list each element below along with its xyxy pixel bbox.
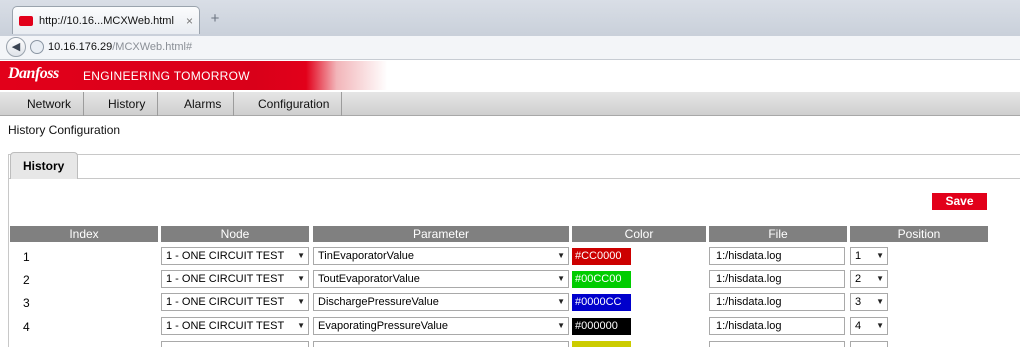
position-select-value: 2	[855, 273, 862, 285]
position-select[interactable]: 1 ▼	[850, 247, 888, 265]
color-swatch[interactable]	[572, 341, 631, 347]
chevron-down-icon: ▼	[557, 251, 565, 260]
chevron-down-icon: ▼	[297, 297, 305, 306]
chevron-down-icon: ▼	[297, 274, 305, 283]
file-input[interactable]: 1:/hisdata.log	[709, 270, 845, 288]
save-button[interactable]: Save	[932, 193, 987, 210]
parameter-select[interactable]	[313, 341, 569, 347]
chevron-down-icon: ▼	[557, 297, 565, 306]
node-select-value: 1 - ONE CIRCUIT TEST	[166, 296, 285, 308]
chevron-down-icon: ▼	[876, 251, 884, 260]
file-input[interactable]	[709, 341, 845, 347]
column-header-parameter: Parameter	[313, 226, 569, 242]
chevron-down-icon: ▼	[297, 251, 305, 260]
color-swatch[interactable]: #0000CC	[572, 294, 631, 311]
parameter-select-value: DischargePressureValue	[318, 296, 439, 308]
browser-tab-title: http://10.16...MCXWeb.html	[39, 14, 174, 27]
node-select[interactable]: 1 - ONE CIRCUIT TEST ▼	[161, 270, 309, 288]
browser-tabstrip: http://10.16...MCXWeb.html × +	[0, 0, 1020, 36]
column-header-node: Node	[161, 226, 309, 242]
tab-divider	[8, 178, 1020, 179]
column-header-file: File	[709, 226, 847, 242]
position-select[interactable]: 2 ▼	[850, 270, 888, 288]
brand-tagline: ENGINEERING TOMORROW	[83, 69, 250, 83]
globe-icon	[30, 40, 44, 54]
chevron-down-icon: ▼	[557, 321, 565, 330]
parameter-select-value: EvaporatingPressureValue	[318, 320, 449, 332]
node-select[interactable]	[161, 341, 309, 347]
main-menu: Network History Alarms Configuration	[0, 92, 1020, 116]
node-select[interactable]: 1 - ONE CIRCUIT TEST ▼	[161, 317, 309, 335]
node-select-value: 1 - ONE CIRCUIT TEST	[166, 250, 285, 262]
back-arrow-icon[interactable]: ◀	[6, 37, 26, 57]
node-select[interactable]: 1 - ONE CIRCUIT TEST ▼	[161, 293, 309, 311]
address-bar[interactable]: 10.16.176.29/MCXWeb.html#	[48, 39, 192, 55]
file-input[interactable]: 1:/hisdata.log	[709, 293, 845, 311]
position-select[interactable]: 4 ▼	[850, 317, 888, 335]
chevron-down-icon: ▼	[876, 297, 884, 306]
row-index: 3	[23, 296, 30, 310]
danfoss-logo: Danfoss	[8, 65, 59, 82]
chevron-down-icon: ▼	[876, 274, 884, 283]
chevron-down-icon: ▼	[876, 321, 884, 330]
menu-item-configuration[interactable]: Configuration	[246, 92, 343, 116]
brand-bar: Danfoss ENGINEERING TOMORROW	[0, 61, 1020, 90]
position-select-value: 1	[855, 250, 862, 262]
url-host: 10.16.176.29	[48, 41, 113, 53]
color-swatch[interactable]: #CC0000	[572, 248, 631, 265]
chevron-down-icon: ▼	[297, 321, 305, 330]
browser-tab[interactable]: http://10.16...MCXWeb.html ×	[12, 6, 200, 34]
danfoss-favicon-icon	[19, 15, 33, 26]
close-tab-icon[interactable]: ×	[186, 14, 193, 28]
column-header-position: Position	[850, 226, 988, 242]
file-input[interactable]: 1:/hisdata.log	[709, 317, 845, 335]
position-select-value: 4	[855, 320, 862, 332]
new-tab-button[interactable]: +	[203, 9, 227, 29]
node-select-value: 1 - ONE CIRCUIT TEST	[166, 273, 285, 285]
color-swatch[interactable]: #000000	[572, 318, 631, 335]
page-title: History Configuration	[8, 123, 121, 137]
parameter-select[interactable]: ToutEvaporatorValue ▼	[313, 270, 569, 288]
menu-item-network[interactable]: Network	[15, 92, 85, 116]
menu-item-alarms[interactable]: Alarms	[172, 92, 235, 116]
file-input[interactable]: 1:/hisdata.log	[709, 247, 845, 265]
parameter-select-value: TinEvaporatorValue	[318, 250, 414, 262]
parameter-select[interactable]: EvaporatingPressureValue ▼	[313, 317, 569, 335]
position-select[interactable]	[850, 341, 888, 347]
row-index: 2	[23, 273, 30, 287]
menu-item-history[interactable]: History	[96, 92, 159, 116]
color-swatch[interactable]: #00CC00	[572, 271, 631, 288]
url-path: /MCXWeb.html#	[112, 41, 193, 53]
parameter-select-value: ToutEvaporatorValue	[318, 273, 420, 285]
position-select[interactable]: 3 ▼	[850, 293, 888, 311]
tab-history[interactable]: History	[10, 152, 78, 179]
column-header-index: Index	[10, 226, 158, 242]
parameter-select[interactable]: DischargePressureValue ▼	[313, 293, 569, 311]
node-select-value: 1 - ONE CIRCUIT TEST	[166, 320, 285, 332]
position-select-value: 3	[855, 296, 862, 308]
row-index: 1	[23, 250, 30, 264]
column-header-color: Color	[572, 226, 706, 242]
row-index: 4	[23, 320, 30, 334]
chevron-down-icon: ▼	[557, 274, 565, 283]
parameter-select[interactable]: TinEvaporatorValue ▼	[313, 247, 569, 265]
node-select[interactable]: 1 - ONE CIRCUIT TEST ▼	[161, 247, 309, 265]
browser-navbar: ◀ 10.16.176.29/MCXWeb.html#	[0, 36, 1020, 60]
